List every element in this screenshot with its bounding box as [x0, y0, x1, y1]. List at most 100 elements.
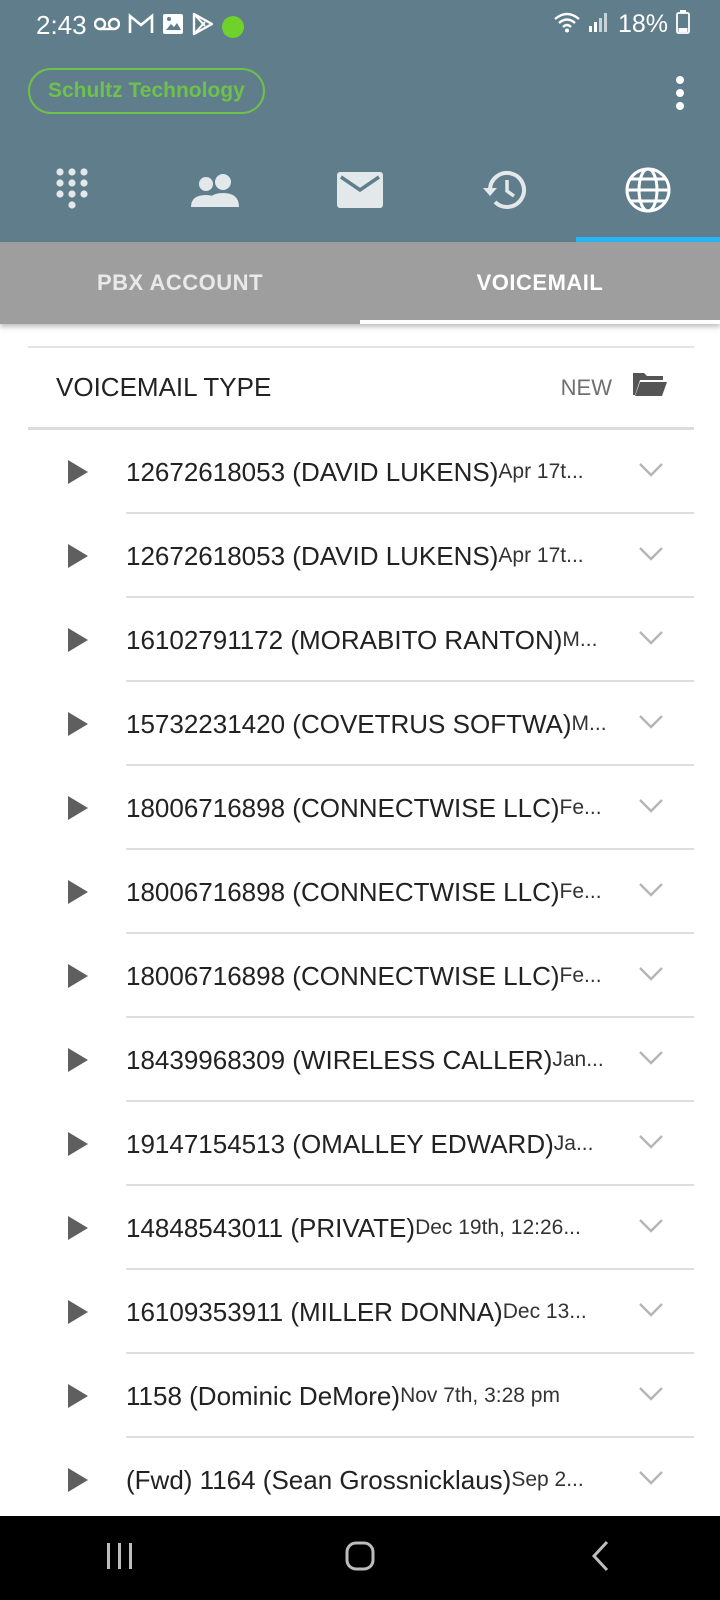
chevron-down-icon[interactable]: [638, 462, 664, 483]
voicemail-caller: 12672618053 (DAVID LUKENS): [126, 456, 499, 487]
notification-icons: [93, 12, 244, 41]
voicemail-date: Nov 7th, 3:28 pm: [400, 1384, 560, 1407]
voicemail-row[interactable]: 18006716898 (CONNECTWISE LLC) Fe...: [0, 850, 720, 934]
play-icon[interactable]: [68, 628, 88, 652]
folder-open-icon[interactable]: [632, 370, 668, 403]
voicemail-date: Apr 17t...: [498, 544, 584, 567]
history-tab[interactable]: [432, 142, 576, 242]
history-icon: [481, 169, 527, 216]
chevron-down-icon[interactable]: [638, 966, 664, 987]
sub-tabs: PBX ACCOUNT VOICEMAIL: [0, 242, 720, 324]
voicemail-row[interactable]: 16102791172 (MORABITO RANTON) M...: [0, 598, 720, 682]
status-green-dot: [222, 15, 244, 38]
voicemail-type-value: NEW: [560, 374, 612, 400]
play-icon[interactable]: [68, 544, 88, 568]
mail-icon: [336, 171, 384, 214]
status-bar: 2:43 18%: [0, 0, 720, 52]
chevron-down-icon[interactable]: [638, 1134, 664, 1155]
voicemail-row[interactable]: (Fwd) 1164 (Sean Grossnicklaus) Sep 2...: [0, 1438, 720, 1522]
dialpad-icon: [54, 167, 90, 218]
voicemail-text: 12672618053 (DAVID LUKENS) Apr 17t...: [126, 430, 620, 514]
app-header: Schultz Technology: [0, 52, 720, 242]
voicemail-text: (Fwd) 1164 (Sean Grossnicklaus) Sep 2...: [126, 1438, 620, 1522]
play-icon[interactable]: [68, 1216, 88, 1240]
voicemail-text: 18006716898 (CONNECTWISE LLC) Fe...: [126, 766, 620, 850]
voicemail-row[interactable]: 14848543011 (PRIVATE) Dec 19th, 12:26...: [0, 1186, 720, 1270]
chevron-down-icon[interactable]: [638, 1470, 664, 1491]
play-icon[interactable]: [68, 880, 88, 904]
voicemail-text: 18439968309 (WIRELESS CALLER) Jan...: [126, 1018, 620, 1102]
voicemail-row[interactable]: 18006716898 (CONNECTWISE LLC) Fe...: [0, 766, 720, 850]
battery-icon: [676, 10, 690, 39]
recents-icon: [105, 1542, 135, 1575]
messages-tab[interactable]: [288, 142, 432, 242]
voicemail-caller: 18439968309 (WIRELESS CALLER): [126, 1044, 553, 1075]
voicemail-caller: 15732231420 (COVETRUS SOFTWA): [126, 708, 572, 739]
chevron-down-icon[interactable]: [638, 714, 664, 735]
company-badge[interactable]: Schultz Technology: [28, 68, 265, 114]
voicemail-row[interactable]: 18006716898 (CONNECTWISE LLC) Fe...: [0, 934, 720, 1018]
voicemail-caller: 14848543011 (PRIVATE): [126, 1212, 416, 1243]
play-store-icon: [192, 12, 214, 41]
wifi-icon: [554, 11, 580, 38]
voicemail-type-label: VOICEMAIL TYPE: [56, 372, 272, 402]
voicemail-text: 19147154513 (OMALLEY EDWARD) Ja...: [126, 1102, 620, 1186]
voicemail-text: 15732231420 (COVETRUS SOFTWA) M...: [126, 682, 620, 766]
chevron-down-icon[interactable]: [638, 1218, 664, 1239]
voicemail-row[interactable]: 12672618053 (DAVID LUKENS) Apr 17t...: [0, 514, 720, 598]
chevron-down-icon[interactable]: [638, 1386, 664, 1407]
voicemail-text: 12672618053 (DAVID LUKENS) Apr 17t...: [126, 514, 620, 598]
system-nav-bar: [0, 1516, 720, 1600]
main-nav-tabs: [0, 142, 720, 242]
play-icon[interactable]: [68, 1384, 88, 1408]
voicemail-text: 16102791172 (MORABITO RANTON) M...: [126, 598, 620, 682]
voicemail-row[interactable]: 16109353911 (MILLER DONNA) Dec 13...: [0, 1270, 720, 1354]
play-icon[interactable]: [68, 796, 88, 820]
voicemail-row[interactable]: 1158 (Dominic DeMore) Nov 7th, 3:28 pm: [0, 1354, 720, 1438]
play-icon[interactable]: [68, 1468, 88, 1492]
tab-voicemail[interactable]: VOICEMAIL: [360, 242, 720, 324]
globe-icon: [624, 166, 672, 219]
voicemail-caller: 18006716898 (CONNECTWISE LLC): [126, 876, 560, 907]
chevron-down-icon[interactable]: [638, 1050, 664, 1071]
back-button[interactable]: [480, 1516, 720, 1600]
play-icon[interactable]: [68, 1300, 88, 1324]
signal-icon: [588, 11, 610, 38]
status-time: 2:43: [36, 10, 87, 40]
voicemail-date: Ja...: [553, 1132, 594, 1155]
dialpad-tab[interactable]: [0, 142, 144, 242]
voicemail-row[interactable]: 12672618053 (DAVID LUKENS) Apr 17t...: [0, 430, 720, 514]
voicemail-date: M...: [571, 712, 607, 735]
voicemail-date: Dec 13...: [502, 1300, 587, 1323]
recents-button[interactable]: [0, 1516, 240, 1600]
voicemail-type-row[interactable]: VOICEMAIL TYPE NEW: [28, 346, 694, 430]
chevron-down-icon[interactable]: [638, 1302, 664, 1323]
play-icon[interactable]: [68, 460, 88, 484]
play-icon[interactable]: [68, 712, 88, 736]
play-icon[interactable]: [68, 964, 88, 988]
gmail-icon: [128, 13, 154, 40]
chevron-down-icon[interactable]: [638, 630, 664, 651]
web-tab[interactable]: [576, 142, 720, 242]
contacts-icon: [189, 173, 243, 212]
voicemail-list: 12672618053 (DAVID LUKENS) Apr 17t... 1267…: [0, 430, 720, 1522]
voicemail-date: Apr 17t...: [498, 460, 584, 483]
play-icon[interactable]: [68, 1048, 88, 1072]
play-icon[interactable]: [68, 1132, 88, 1156]
voicemail-row[interactable]: 18439968309 (WIRELESS CALLER) Jan...: [0, 1018, 720, 1102]
voicemail-caller: 18006716898 (CONNECTWISE LLC): [126, 960, 560, 991]
overflow-menu-button[interactable]: [668, 76, 692, 110]
voicemail-row[interactable]: 19147154513 (OMALLEY EDWARD) Ja...: [0, 1102, 720, 1186]
menu-dot-icon: [676, 76, 684, 84]
voicemail-date: Sep 2...: [511, 1468, 584, 1491]
chevron-down-icon[interactable]: [638, 882, 664, 903]
voicemail-date: M...: [562, 628, 598, 651]
tab-pbx-account[interactable]: PBX ACCOUNT: [0, 242, 360, 324]
voicemail-text: 1158 (Dominic DeMore) Nov 7th, 3:28 pm: [126, 1354, 620, 1438]
chevron-down-icon[interactable]: [638, 798, 664, 819]
home-button[interactable]: [240, 1516, 480, 1600]
contacts-tab[interactable]: [144, 142, 288, 242]
voicemail-row[interactable]: 15732231420 (COVETRUS SOFTWA) M...: [0, 682, 720, 766]
chevron-down-icon[interactable]: [638, 546, 664, 567]
menu-dot-icon: [676, 89, 684, 97]
